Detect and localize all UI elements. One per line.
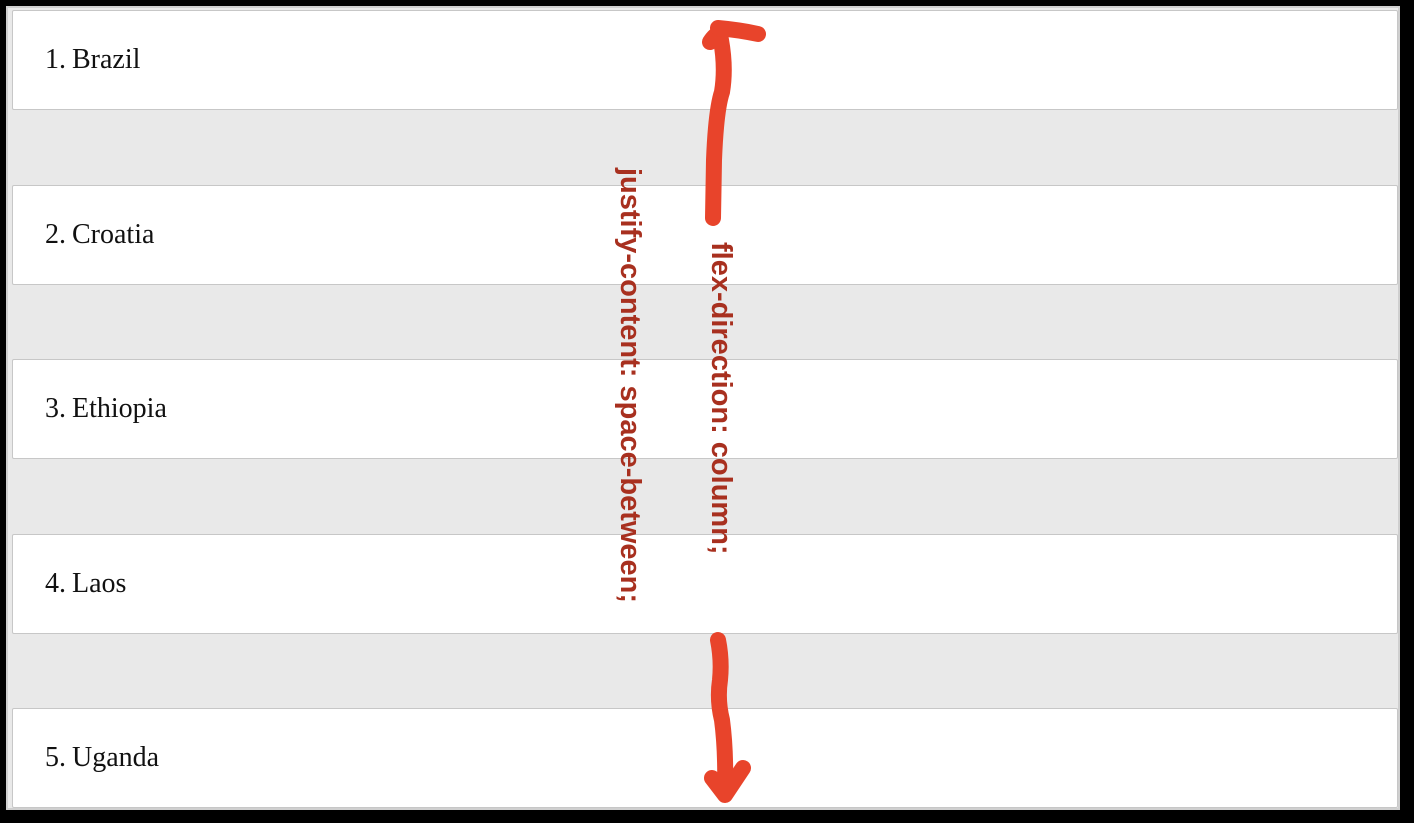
- item-name: Croatia: [72, 218, 155, 250]
- list-item: 2. Croatia: [12, 184, 1398, 285]
- item-number: 5.: [45, 742, 66, 773]
- item-number: 2.: [45, 218, 66, 250]
- item-number: 4.: [45, 567, 66, 599]
- item-name: Ethiopia: [72, 393, 167, 424]
- list-item: 1. Brazil: [12, 10, 1398, 110]
- list-item: 3. Ethiopia: [12, 359, 1398, 459]
- list-item: 4. Laos: [12, 533, 1398, 634]
- list-item: 5. Uganda: [12, 708, 1398, 808]
- item-name: Laos: [72, 567, 127, 599]
- item-name: Uganda: [72, 742, 160, 773]
- item-number: 3.: [45, 393, 66, 424]
- country-list: 1. Brazil 2. Croatia 3. Ethiopia 4. Laos…: [12, 10, 1398, 808]
- item-number: 1.: [45, 44, 66, 75]
- flex-container: 1. Brazil 2. Croatia 3. Ethiopia 4. Laos…: [6, 6, 1400, 810]
- item-name: Brazil: [72, 44, 141, 75]
